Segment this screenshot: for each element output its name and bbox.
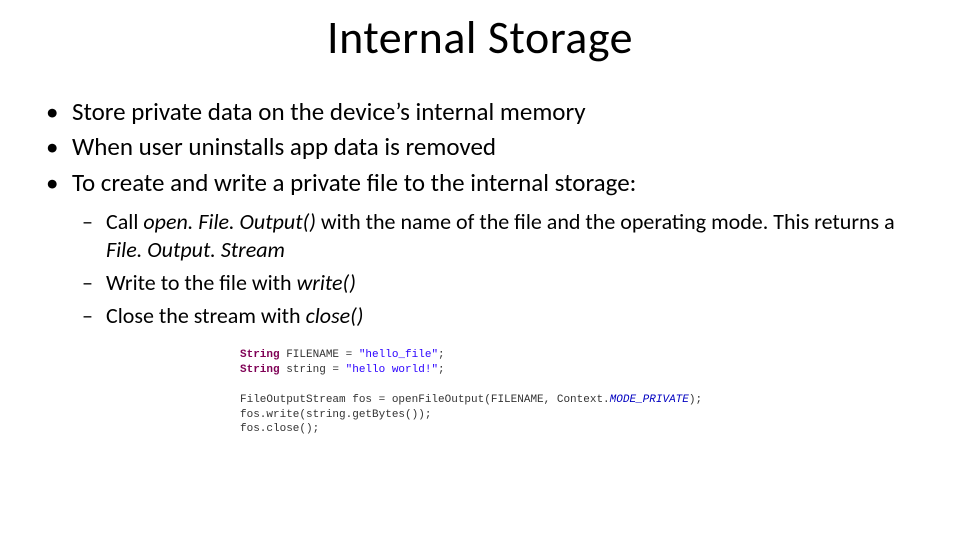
code-text: ; bbox=[438, 364, 445, 376]
slide-title: Internal Storage bbox=[40, 10, 920, 66]
bullet-item: To create and write a private file to th… bbox=[44, 167, 920, 198]
code-text: fos.write(string.getBytes()); bbox=[240, 409, 431, 421]
sub-bullet-list: Call open. File. Output() with the name … bbox=[82, 208, 920, 330]
code-constant: MODE_PRIVATE bbox=[610, 394, 689, 406]
text-span: Call bbox=[106, 208, 143, 235]
code-reference: File. Output. Stream bbox=[106, 236, 285, 263]
bullet-item: Store private data on the device’s inter… bbox=[44, 96, 920, 127]
code-string: "hello_file" bbox=[359, 349, 438, 361]
slide: Internal Storage Store private data on t… bbox=[0, 0, 960, 540]
main-bullet-list: Store private data on the device’s inter… bbox=[44, 96, 920, 198]
code-text: ; bbox=[438, 349, 445, 361]
code-text: FILENAME = bbox=[280, 349, 359, 361]
code-text: FileOutputStream fos = openFileOutput(FI… bbox=[240, 394, 610, 406]
sub-bullet-item: Close the stream with close() bbox=[82, 302, 920, 331]
code-text: fos.close(); bbox=[240, 423, 319, 435]
code-keyword: String bbox=[240, 364, 280, 376]
code-reference: close() bbox=[306, 302, 364, 329]
code-string: "hello world!" bbox=[346, 364, 438, 376]
sub-bullet-item: Call open. File. Output() with the name … bbox=[82, 208, 920, 265]
sub-bullet-item: Write to the file with write() bbox=[82, 269, 920, 298]
code-text: string = bbox=[280, 364, 346, 376]
text-span: Write to the file with bbox=[106, 269, 297, 296]
code-reference: open. File. Output() bbox=[143, 208, 316, 235]
code-snippet: String FILENAME = "hello_file"; String s… bbox=[240, 348, 720, 437]
code-text: ); bbox=[689, 394, 702, 406]
code-keyword: String bbox=[240, 349, 280, 361]
bullet-item: When user uninstalls app data is removed bbox=[44, 131, 920, 162]
text-span: Close the stream with bbox=[106, 302, 306, 329]
code-reference: write() bbox=[297, 269, 356, 296]
text-span: with the name of the file and the operat… bbox=[316, 208, 895, 235]
